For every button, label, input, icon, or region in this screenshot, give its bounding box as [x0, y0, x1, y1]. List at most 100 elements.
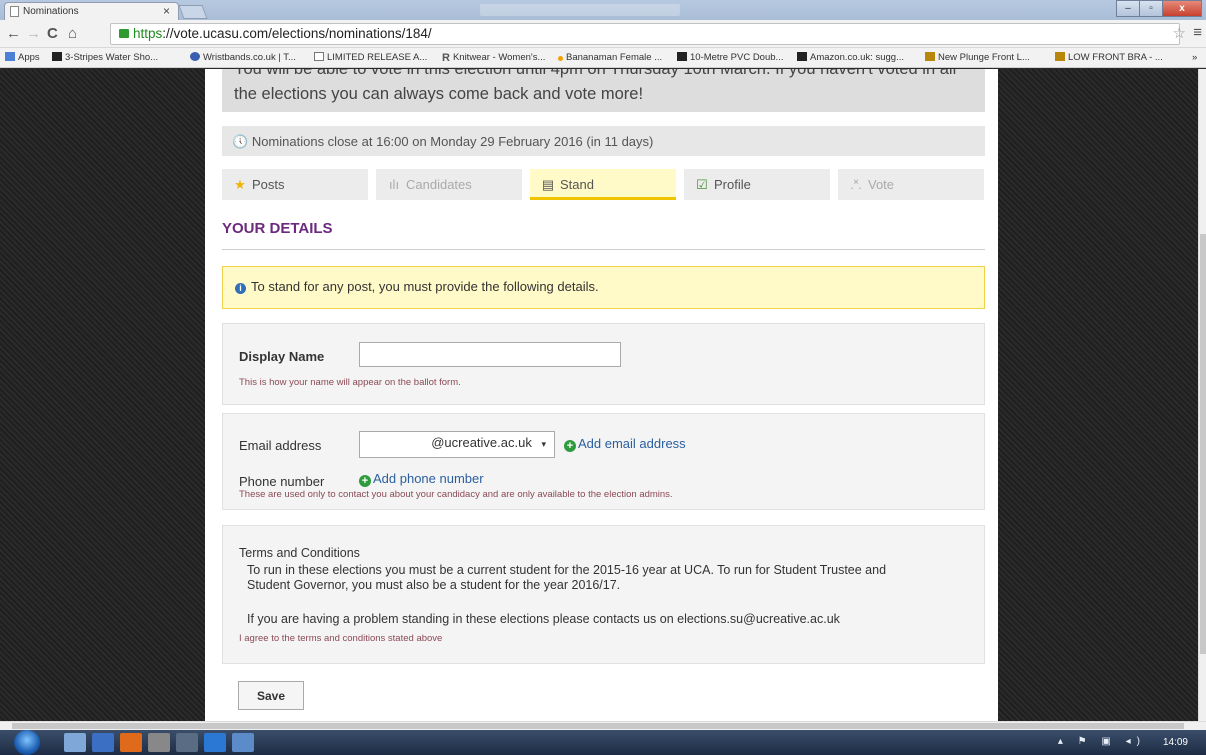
terms-line: To run in these elections you must be a …	[247, 563, 887, 577]
amazon-icon	[797, 52, 807, 61]
vertical-scrollbar-thumb[interactable]	[1200, 234, 1206, 654]
display-name-input[interactable]	[359, 342, 621, 367]
terms-agree-text[interactable]: I agree to the terms and conditions stat…	[239, 633, 442, 644]
menu-icon[interactable]: ≡	[1193, 24, 1202, 41]
tab-label: Vote	[868, 177, 895, 192]
bookmark-item[interactable]: New Plunge Front L...	[925, 52, 1030, 63]
add-email-link[interactable]: + Add email address	[564, 436, 686, 452]
tab-label: Stand	[560, 177, 594, 192]
tab-candidates[interactable]: ılı Candidates	[376, 169, 522, 200]
restore-button[interactable]: ▫	[1139, 0, 1163, 17]
bookmark-item[interactable]: 10-Metre PVC Doub...	[677, 52, 783, 63]
reload-icon[interactable]: C	[47, 25, 58, 42]
back-icon[interactable]: ←	[6, 25, 21, 42]
tab-label: Posts	[252, 177, 285, 192]
nomination-deadline: 🕔 Nominations close at 16:00 on Monday 2…	[222, 126, 985, 156]
bookmark-item[interactable]: 3-Stripes Water Sho...	[52, 52, 158, 63]
tab-stand[interactable]: ▤ Stand	[530, 169, 676, 200]
info-icon: i	[235, 283, 246, 294]
system-tray[interactable]: ▴ ⚑ ▣ ◂)	[1058, 736, 1146, 747]
plus-icon: +	[359, 475, 371, 487]
bookmark-item[interactable]: LIMITED RELEASE A...	[314, 52, 427, 63]
new-tab-button[interactable]	[178, 5, 208, 19]
section-title: YOUR DETAILS	[222, 220, 333, 237]
tab-label: Profile	[714, 177, 751, 192]
page-background: You will be able to vote in this electio…	[0, 69, 1198, 721]
bookmark-item[interactable]: Bananaman Female ...	[558, 52, 662, 63]
bookmark-label: LIMITED RELEASE A...	[327, 52, 428, 63]
notice-line-1: You will be able to vote in this electio…	[234, 69, 957, 78]
bookmark-label: LOW FRONT BRA - ...	[1068, 52, 1163, 63]
app-icon[interactable]	[92, 733, 114, 752]
tab-vote[interactable]: .˟. Vote	[838, 169, 984, 200]
vertical-scrollbar[interactable]	[1198, 69, 1206, 721]
tab-profile[interactable]: ☑ Profile	[684, 169, 830, 200]
bookmark-star-icon[interactable]: ☆	[1173, 24, 1186, 42]
app-icon[interactable]	[204, 733, 226, 752]
close-tab-icon[interactable]: ×	[163, 4, 170, 18]
terms-paragraph-1: To run in these elections you must be a …	[247, 563, 982, 593]
horizontal-scrollbar[interactable]	[0, 721, 1206, 730]
people-icon: ılı	[388, 177, 400, 192]
page-icon	[314, 52, 324, 61]
save-button[interactable]: Save	[238, 681, 304, 710]
window-titlebar: Nominations × – ▫ x	[0, 0, 1206, 20]
window-controls: – ▫ x	[1116, 0, 1202, 18]
bookmark-item[interactable]: Wristbands.co.uk | T...	[190, 52, 296, 63]
address-bar[interactable]: https://vote.ucasu.com/elections/nominat…	[110, 23, 1180, 45]
email-domain-value: @ucreative.ac.uk	[431, 435, 532, 450]
minimize-button[interactable]: –	[1116, 0, 1140, 17]
url-path: ://vote.ucasu.com/elections/nominations/…	[162, 26, 432, 41]
main-content: You will be able to vote in this electio…	[205, 69, 998, 721]
tab-posts[interactable]: ★ Posts	[222, 169, 368, 200]
site-favicon-icon: R	[442, 52, 450, 64]
tab-label: Candidates	[406, 177, 472, 192]
app-icon[interactable]	[176, 733, 198, 752]
site-favicon-icon	[52, 52, 62, 61]
clock[interactable]: 14:09	[1163, 737, 1188, 748]
forward-icon[interactable]: →	[26, 25, 41, 42]
browser-tab[interactable]: Nominations ×	[4, 2, 179, 20]
terms-line: Student Governor, you must also be a stu…	[247, 578, 621, 592]
bookmark-apps[interactable]: Apps	[5, 52, 40, 63]
horizontal-scrollbar-thumb[interactable]	[12, 723, 1184, 729]
bookmark-item[interactable]: LOW FRONT BRA - ...	[1055, 52, 1163, 63]
app-icon[interactable]	[148, 733, 170, 752]
start-button[interactable]	[14, 730, 40, 755]
bookmark-item[interactable]: R Knitwear - Women's...	[442, 52, 546, 64]
clock-icon: 🕔	[232, 134, 249, 149]
phone-label: Phone number	[239, 474, 325, 489]
election-steps: ★ Posts ılı Candidates ▤ Stand ☑ Profile .˟.…	[222, 169, 985, 201]
bookmark-label: Bananaman Female ...	[566, 52, 663, 63]
explorer-icon[interactable]	[64, 733, 86, 752]
email-domain-select[interactable]: @ucreative.ac.uk ▾	[359, 431, 555, 458]
windows-taskbar: ▴ ⚑ ▣ ◂) 14:09	[0, 730, 1206, 755]
bookmark-label: Wristbands.co.uk | T...	[203, 52, 296, 63]
bookmark-label: Apps	[18, 52, 40, 63]
terms-paragraph-2: If you are having a problem standing in …	[247, 612, 840, 626]
browser-tab-title: Nominations	[23, 6, 79, 17]
site-favicon-icon	[1055, 52, 1065, 61]
terms-heading: Terms and Conditions	[239, 546, 360, 560]
notice-line-2: the elections you can always come back a…	[234, 85, 644, 103]
contact-panel: Email address @ucreative.ac.uk ▾ + Add em…	[222, 413, 985, 510]
site-favicon-icon	[190, 52, 200, 61]
bookmark-label: Knitwear - Women's...	[452, 52, 546, 63]
bookmarks-overflow[interactable]: »	[1192, 52, 1197, 63]
browser-toolbar: ← → C ⌂ https://vote.ucasu.com/elections…	[0, 20, 1206, 48]
site-favicon-icon	[558, 56, 563, 61]
home-icon[interactable]: ⌂	[68, 25, 77, 42]
chevron-down-icon: ▾	[541, 439, 546, 449]
terms-panel: Terms and Conditions To run in these ele…	[222, 525, 985, 664]
bookmark-label: 10-Metre PVC Doub...	[690, 52, 784, 63]
add-phone-link[interactable]: + Add phone number	[359, 471, 484, 487]
lock-icon	[119, 29, 129, 38]
bookmark-item[interactable]: Amazon.co.uk: sugg...	[797, 52, 904, 63]
star-icon: ★	[234, 177, 246, 192]
checkbox-icon: ☑	[696, 177, 708, 192]
app-icon[interactable]	[120, 733, 142, 752]
url-scheme: https	[133, 26, 163, 41]
app-icon[interactable]	[232, 733, 254, 752]
add-phone-label: Add phone number	[373, 471, 484, 486]
close-window-button[interactable]: x	[1162, 0, 1202, 17]
